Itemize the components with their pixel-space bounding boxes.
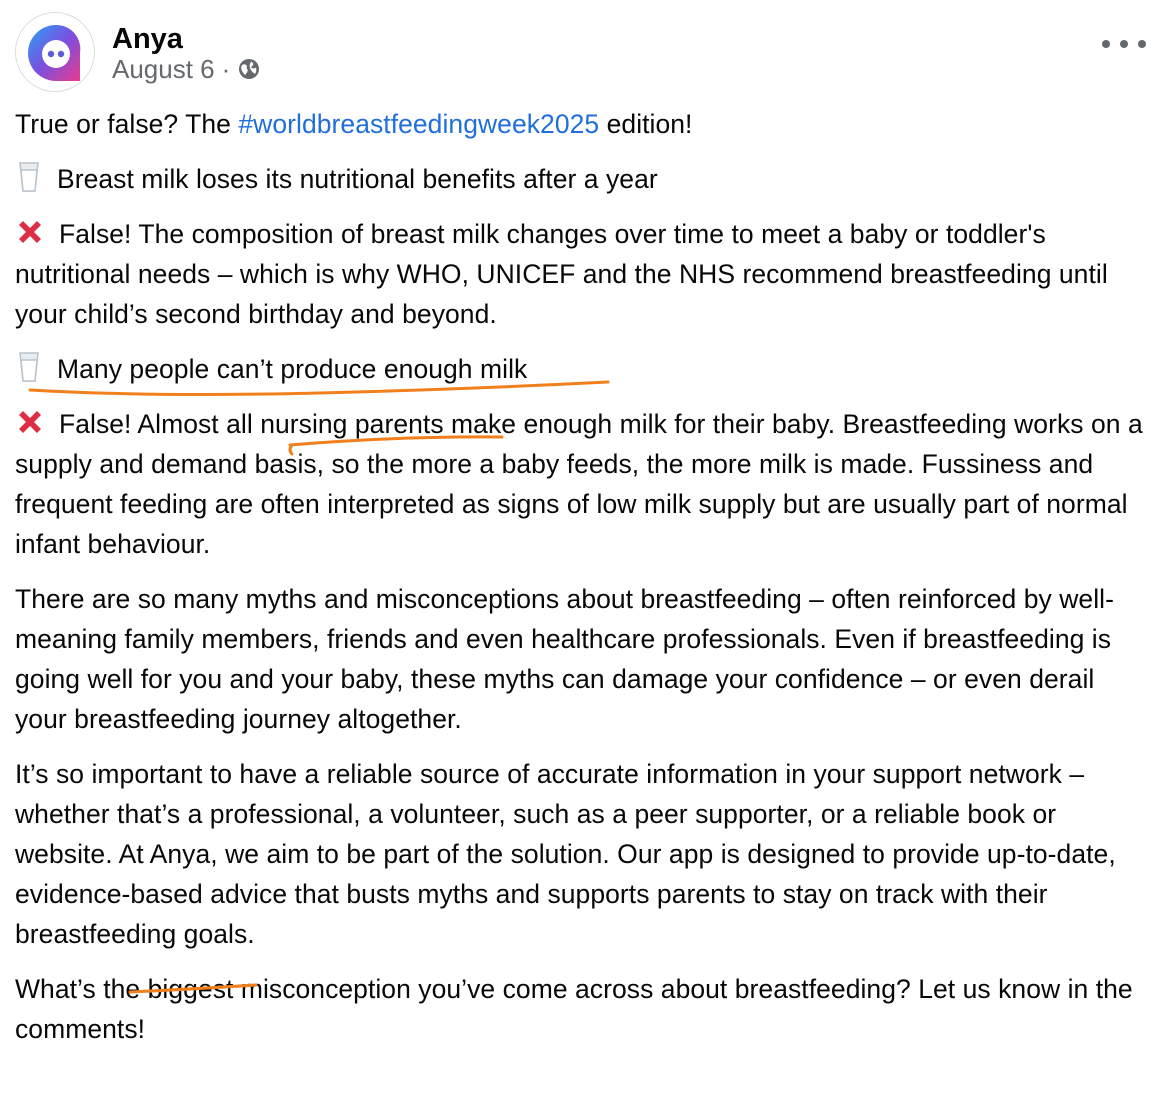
answer-2-prefix: False! Almost all bbox=[59, 409, 261, 439]
meta-separator: · bbox=[221, 53, 231, 84]
dot bbox=[1120, 40, 1128, 48]
post-meta: August 6 · bbox=[112, 54, 261, 84]
claim-1-text: Breast milk loses its nutritional benefi… bbox=[57, 164, 658, 194]
dot bbox=[1102, 40, 1110, 48]
paragraph-myths: There are so many myths and misconceptio… bbox=[15, 584, 1114, 734]
milk-glass-icon bbox=[19, 162, 39, 192]
post-header: Anya August 6 · bbox=[15, 12, 1150, 92]
avatar[interactable] bbox=[15, 12, 95, 92]
anya-logo-icon bbox=[28, 24, 81, 81]
claim-2: Many people can’t produce enough milk bbox=[15, 349, 1150, 389]
closing-question: What’s the biggest misconception you’ve … bbox=[15, 974, 1133, 1044]
post-date[interactable]: August 6 bbox=[112, 54, 215, 85]
milk-glass-icon bbox=[19, 352, 39, 382]
cross-mark-icon bbox=[19, 221, 41, 243]
answer-2-highlight: nursing parents bbox=[260, 409, 444, 439]
cross-mark-icon bbox=[19, 411, 41, 433]
answer-1-text: False! The composition of breast milk ch… bbox=[15, 219, 1108, 329]
intro-suffix: edition! bbox=[599, 109, 693, 139]
claim-1: Breast milk loses its nutritional benefi… bbox=[15, 159, 1150, 199]
post-body: True or false? The #worldbreastfeedingwe… bbox=[15, 104, 1150, 1064]
answer-1: False! The composition of breast milk ch… bbox=[15, 214, 1150, 334]
claim-2-text: Many people can’t produce enough milk bbox=[57, 354, 528, 384]
globe-icon[interactable] bbox=[237, 57, 261, 81]
paragraph-support: It’s so important to have a reliable sou… bbox=[15, 754, 1150, 954]
intro-prefix: True or false? The bbox=[15, 109, 239, 139]
answer-2: False! Almost all nursing parents make e… bbox=[15, 404, 1150, 564]
hashtag-link[interactable]: #worldbreastfeedingweek2025 bbox=[238, 109, 599, 139]
intro-line: True or false? The #worldbreastfeedingwe… bbox=[15, 104, 1150, 144]
dot bbox=[1138, 40, 1146, 48]
support-highlight: parents bbox=[656, 879, 746, 909]
more-options-icon[interactable] bbox=[1102, 32, 1146, 56]
author-name[interactable]: Anya bbox=[112, 22, 183, 56]
